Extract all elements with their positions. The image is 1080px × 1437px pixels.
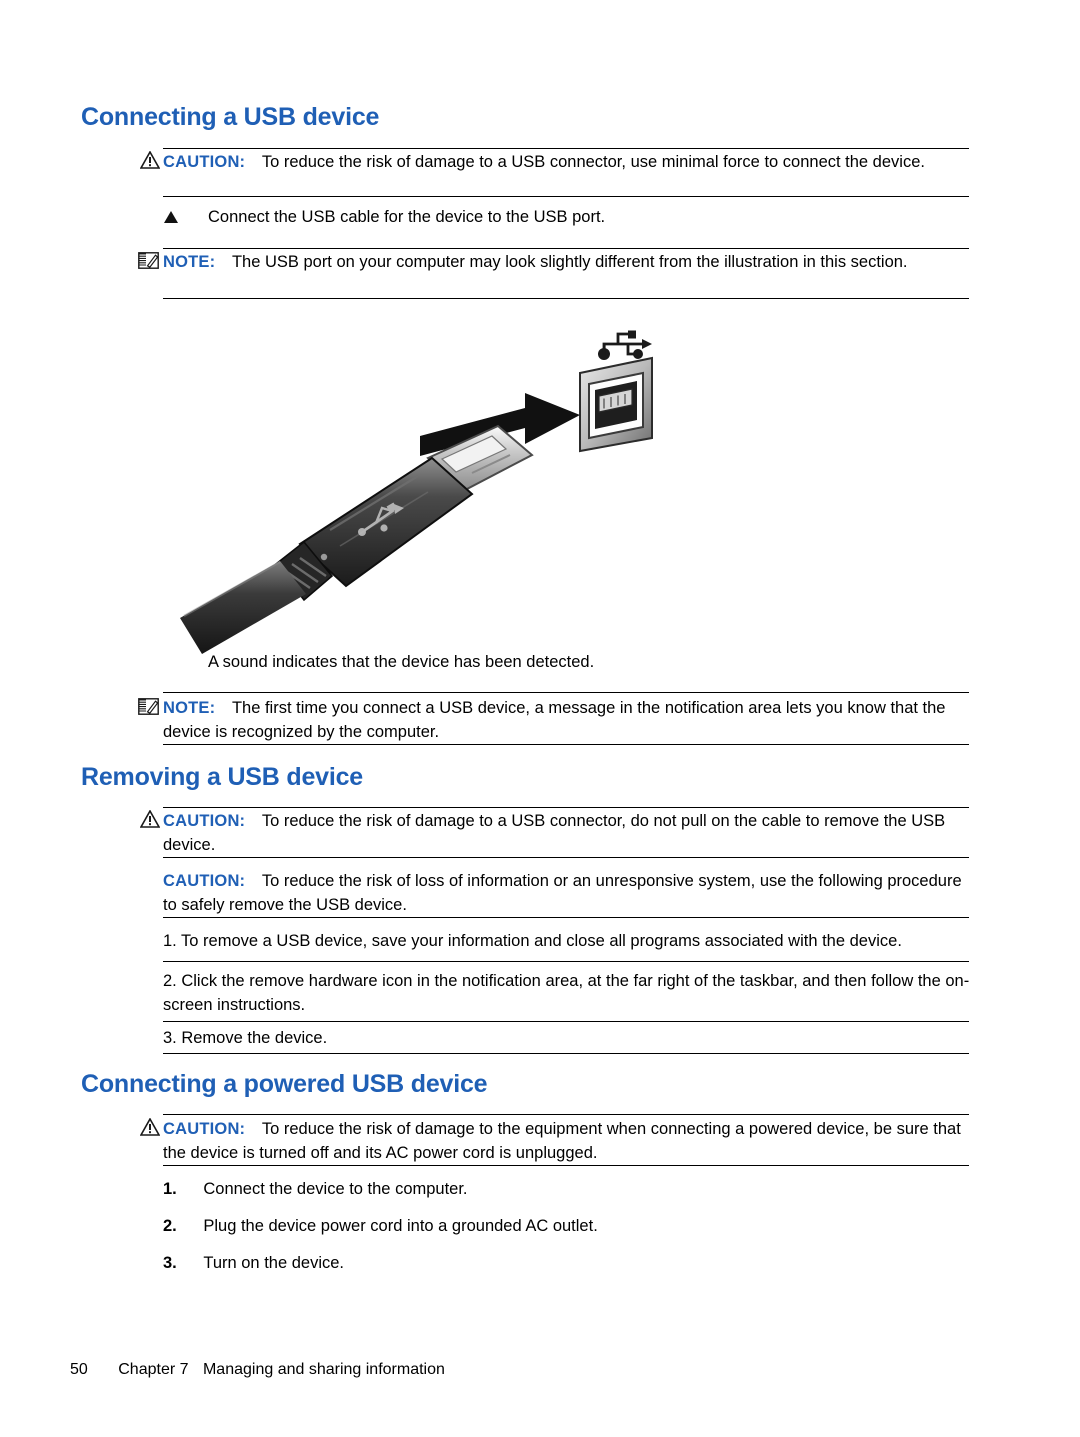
divider-top-note-1 bbox=[163, 248, 969, 249]
caution-text-3: To reduce the risk of loss of informatio… bbox=[163, 872, 962, 914]
usb-connection-illustration bbox=[180, 318, 740, 658]
usb-cable bbox=[180, 561, 306, 654]
footer-chapter-title: Managing and sharing information bbox=[202, 1361, 445, 1378]
caution-label-3: CAUTION: bbox=[163, 872, 246, 890]
powered-step-1: 1. Connect the device to the computer. bbox=[163, 1177, 468, 1201]
page-number: 50 bbox=[70, 1361, 88, 1378]
footer-chapter: Chapter 7 bbox=[118, 1361, 189, 1378]
divider-top-note-2 bbox=[163, 692, 969, 693]
note-text-2: The first time you connect a USB device,… bbox=[163, 699, 946, 741]
caution-paragraph-3: CAUTION: To reduce the risk of loss of i… bbox=[163, 869, 971, 917]
caution-paragraph-1: CAUTION: To reduce the risk of damage to… bbox=[163, 150, 971, 174]
caution-text-4: To reduce the risk of damage to the equi… bbox=[163, 1120, 961, 1162]
powered-step-2-text: Plug the device power cord into a ground… bbox=[203, 1217, 598, 1235]
powered-step-3-number: 3. bbox=[163, 1254, 177, 1272]
divider-top-caution-1 bbox=[163, 148, 969, 149]
note-text-1: The USB port on your computer may look s… bbox=[231, 253, 908, 271]
divider-bottom-caution-4 bbox=[163, 1165, 969, 1166]
caution-text-2: To reduce the risk of damage to a USB co… bbox=[163, 812, 946, 854]
note-icon-2 bbox=[138, 698, 159, 715]
powered-step-3-text: Turn on the device. bbox=[203, 1254, 344, 1272]
powered-step-2-number: 2. bbox=[163, 1217, 177, 1235]
caution-paragraph-2: CAUTION: To reduce the risk of damage to… bbox=[163, 809, 971, 857]
caution-label-2: CAUTION: bbox=[163, 812, 246, 830]
divider-step-3 bbox=[163, 1053, 969, 1054]
powered-step-3: 3. Turn on the device. bbox=[163, 1251, 344, 1275]
page-title-removing-usb-device: Removing a USB device bbox=[81, 763, 364, 791]
page-title-connecting-powered-usb-device: Connecting a powered USB device bbox=[81, 1070, 488, 1098]
divider-step-2 bbox=[163, 1021, 969, 1022]
removal-step-3: 3. Remove the device. bbox=[163, 1029, 328, 1047]
divider-top-caution-4 bbox=[163, 1114, 969, 1115]
usb-connector-shell bbox=[298, 456, 474, 588]
caution-icon-3 bbox=[140, 1118, 160, 1136]
usb-symbol-icon bbox=[598, 330, 652, 360]
caution-icon-2 bbox=[140, 810, 160, 828]
usb-port-graphic bbox=[579, 356, 653, 453]
note-label-1: NOTE: bbox=[163, 253, 216, 271]
divider-mid-caution-2 bbox=[163, 857, 969, 858]
note-label-2: NOTE: bbox=[163, 699, 216, 717]
usb-illustration-svg bbox=[180, 330, 653, 654]
powered-step-1-number: 1. bbox=[163, 1180, 177, 1198]
page-footer: 50 Chapter 7 Managing and sharing inform… bbox=[70, 1361, 445, 1379]
removal-step-2: 2. Click the remove hardware icon in the… bbox=[163, 972, 970, 1014]
note-icon bbox=[138, 252, 159, 269]
document-page: Connecting a USB device CAUTION: To redu… bbox=[0, 0, 1080, 1437]
divider-bottom-caution-1 bbox=[163, 196, 969, 197]
caution-icon bbox=[140, 151, 160, 169]
step-connect-usb-cable: Connect the USB cable for the device to … bbox=[208, 208, 606, 226]
caution-label-4: CAUTION: bbox=[163, 1120, 246, 1138]
powered-step-2: 2. Plug the device power cord into a gro… bbox=[163, 1214, 598, 1238]
caution-text-1: To reduce the risk of damage to a USB co… bbox=[261, 153, 925, 171]
illustration-caption: A sound indicates that the device has be… bbox=[208, 653, 595, 671]
removal-step-1: 1. To remove a USB device, save your inf… bbox=[163, 932, 902, 950]
divider-bottom-note-1 bbox=[163, 298, 969, 299]
divider-bottom-caution-3 bbox=[163, 917, 969, 918]
caution-label-1: CAUTION: bbox=[163, 153, 246, 171]
note-paragraph-1: NOTE: The USB port on your computer may … bbox=[163, 250, 971, 274]
caution-paragraph-4: CAUTION: To reduce the risk of damage to… bbox=[163, 1117, 971, 1165]
powered-step-1-text: Connect the device to the computer. bbox=[203, 1180, 468, 1198]
page-title-connecting-usb-device: Connecting a USB device bbox=[81, 103, 380, 131]
divider-bottom-note-2 bbox=[163, 744, 969, 745]
note-paragraph-2: NOTE: The first time you connect a USB d… bbox=[163, 696, 971, 744]
triangle-bullet-icon bbox=[164, 211, 178, 223]
divider-step-1 bbox=[163, 961, 969, 962]
divider-top-caution-2 bbox=[163, 807, 969, 808]
